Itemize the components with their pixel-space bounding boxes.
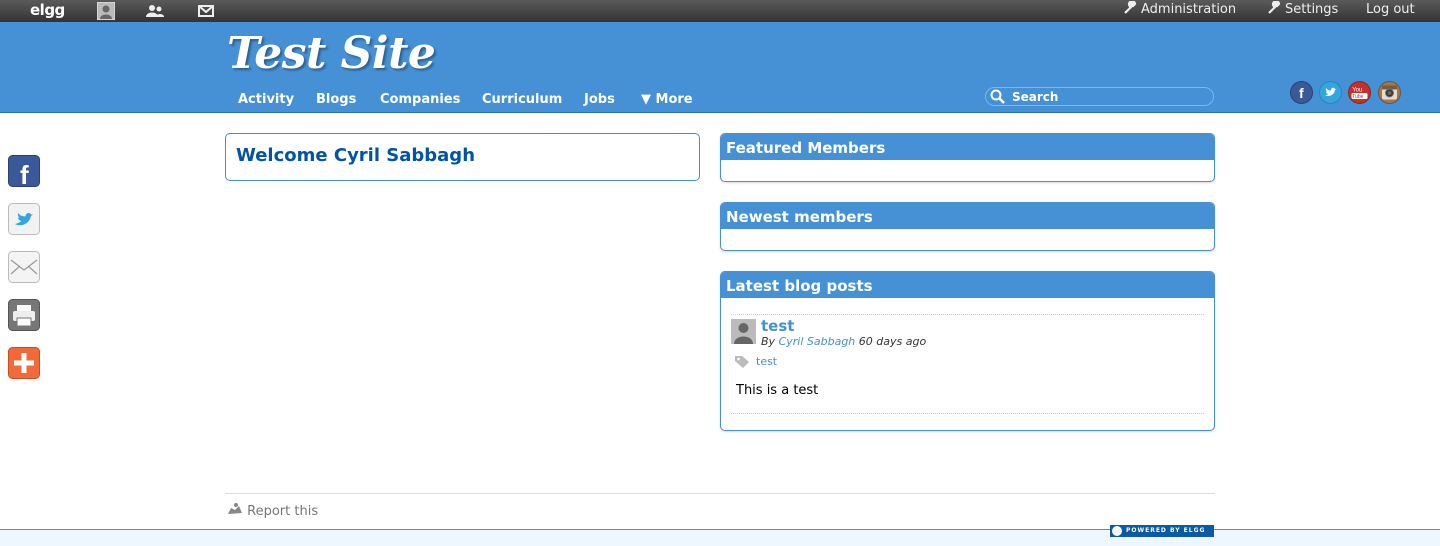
nav-item-more[interactable]: ▼ More [641, 92, 693, 107]
administration-label: Administration [1141, 2, 1237, 17]
facebook-icon[interactable]: f [1290, 81, 1313, 108]
powered-by-label: POWERED BY ELGG [1126, 527, 1206, 534]
tag-link[interactable]: test [756, 355, 777, 368]
blog-post-meta: By Cyril Sabbagh 60 days ago [761, 335, 926, 348]
nav-item-curriculum[interactable]: Curriculum [482, 92, 562, 107]
administration-link[interactable]: Administration [1123, 0, 1236, 22]
report-this-link[interactable]: Report this [227, 502, 318, 519]
youtube-icon[interactable]: You Tube [1348, 81, 1371, 108]
share-more-icon[interactable] [8, 347, 40, 379]
share-print-icon[interactable] [8, 299, 40, 331]
author-link[interactable]: Cyril Sabbagh [779, 335, 856, 348]
nav-item-companies[interactable]: Companies [380, 92, 460, 107]
footer-divider [225, 493, 1215, 494]
by-label: By [761, 335, 776, 348]
twitter-icon[interactable] [1319, 81, 1342, 108]
latest-blog-posts-title: Latest blog posts [721, 272, 1214, 298]
author-avatar[interactable] [731, 319, 756, 348]
svg-text:Tube: Tube [1352, 94, 1363, 100]
messages-icon[interactable] [198, 5, 214, 21]
latest-blog-posts-module: Latest blog posts test By Cyril Sabbagh … [720, 271, 1215, 431]
logout-link[interactable]: Log out [1366, 0, 1415, 22]
report-icon [228, 503, 242, 514]
settings-link[interactable]: Settings [1267, 0, 1338, 22]
nav-item-activity[interactable]: Activity [238, 92, 294, 107]
search-box [985, 87, 1214, 106]
site-header: Test Site Activity Blogs Companies Curri… [0, 22, 1440, 113]
powered-by-elgg-badge[interactable]: POWERED BY ELGG [1110, 525, 1214, 537]
post-age: 60 days ago [858, 335, 927, 348]
featured-members-module: Featured Members [720, 133, 1215, 182]
footer-band [0, 529, 1440, 546]
svg-text:f: f [20, 160, 29, 187]
friends-icon[interactable] [146, 4, 164, 22]
elgg-badge-icon [1112, 526, 1122, 536]
elgg-logo[interactable]: elgg [30, 0, 65, 22]
share-twitter-icon[interactable] [8, 203, 40, 235]
wrench-icon [1124, 1, 1137, 14]
report-this-label: Report this [247, 504, 319, 519]
share-email-icon[interactable] [8, 251, 40, 283]
settings-label: Settings [1285, 2, 1339, 17]
instagram-icon[interactable] [1377, 81, 1402, 108]
blog-post-title[interactable]: test [761, 317, 794, 335]
nav-item-jobs[interactable]: Jobs [584, 92, 615, 107]
svg-text:You: You [1352, 88, 1362, 94]
tag-icon [734, 354, 750, 373]
welcome-heading: Welcome Cyril Sabbagh [236, 145, 476, 166]
divider [731, 413, 1204, 414]
divider [731, 314, 1204, 315]
profile-avatar-icon[interactable] [96, 1, 116, 24]
share-facebook-icon[interactable]: f [8, 155, 40, 190]
topbar: elgg Administration Settings Log out [0, 0, 1440, 22]
site-title[interactable]: Test Site [227, 28, 436, 80]
svg-text:f: f [1299, 85, 1304, 101]
newest-members-title: Newest members [721, 203, 1214, 229]
wrench-icon [1268, 1, 1281, 14]
newest-members-module: Newest members [720, 202, 1215, 251]
search-input[interactable] [1012, 88, 1207, 105]
welcome-box: Welcome Cyril Sabbagh [225, 133, 700, 181]
search-icon [990, 89, 1005, 104]
featured-members-title: Featured Members [721, 134, 1214, 160]
blog-post-excerpt: This is a test [736, 383, 819, 398]
nav-item-blogs[interactable]: Blogs [316, 92, 356, 107]
